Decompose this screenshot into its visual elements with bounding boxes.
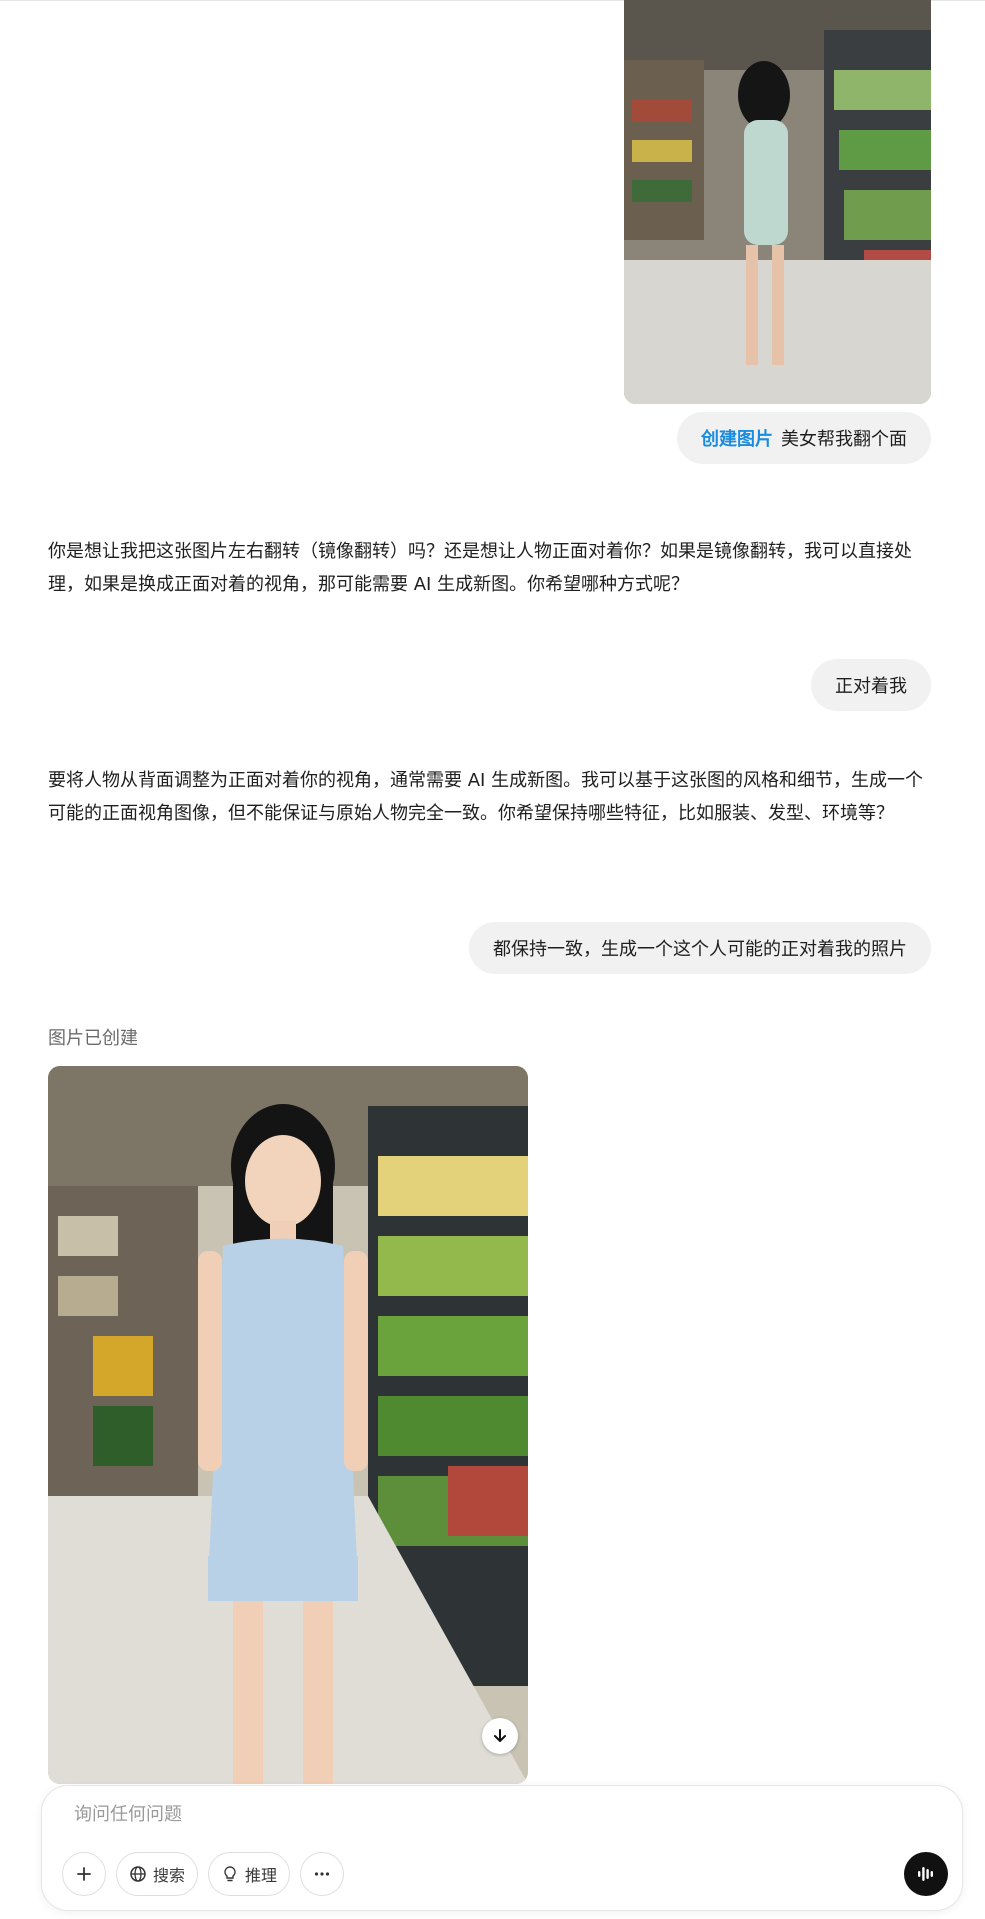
assistant-message-2: 要将人物从背面调整为正面对着你的视角，通常需要 AI 生成新图。我可以基于这张图…	[48, 770, 924, 824]
add-button[interactable]	[62, 1852, 106, 1896]
user-message-2: 正对着我	[811, 659, 931, 711]
download-icon	[494, 1729, 506, 1742]
more-button[interactable]	[300, 1852, 345, 1896]
user-message-1-text: 美女帮我翻个面	[781, 429, 907, 450]
globe-icon	[130, 1866, 146, 1882]
plus-icon	[77, 1867, 91, 1881]
generated-image[interactable]	[48, 1066, 528, 1784]
more-icon	[314, 1872, 330, 1876]
reason-button[interactable]: 推理	[208, 1852, 291, 1896]
lightbulb-icon	[224, 1866, 236, 1882]
create-image-tag[interactable]: 创建图片	[701, 425, 773, 451]
download-button[interactable]	[482, 1718, 518, 1754]
assistant-message-1: 你是想让我把这张图片左右翻转（镜像翻转）吗？还是想让人物正面对着你？如果是镜像翻…	[48, 541, 912, 595]
voice-icon	[918, 1867, 933, 1881]
composer: 搜索 推理	[42, 1786, 962, 1910]
user-message-1: 创建图片 美女帮我翻个面	[677, 412, 931, 464]
reason-label: 推理	[245, 1866, 278, 1885]
uploaded-image[interactable]	[624, 0, 931, 404]
user-message-3: 都保持一致，生成一个这个人可能的正对着我的照片	[469, 922, 931, 974]
image-created-status: 图片已创建	[48, 1028, 138, 1049]
search-button[interactable]: 搜索	[116, 1852, 199, 1896]
search-label: 搜索	[153, 1866, 186, 1885]
prompt-input[interactable]	[74, 1804, 774, 1825]
composer-tools: 搜索 推理	[62, 1852, 345, 1896]
voice-button[interactable]	[904, 1852, 948, 1896]
